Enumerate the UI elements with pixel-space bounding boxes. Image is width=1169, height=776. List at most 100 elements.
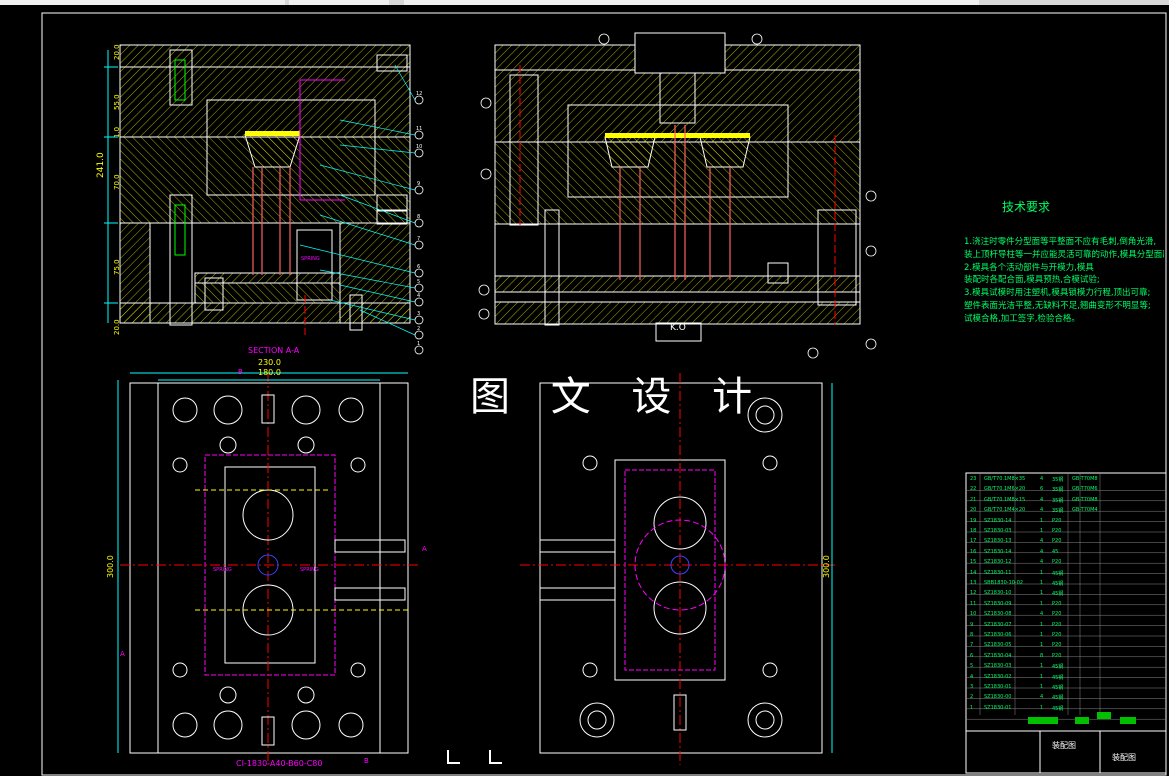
bom-cell-name: GB/T70.1M6×20 [984, 486, 1026, 493]
part-callout-number: 11 [416, 126, 423, 132]
part-callout-number: 4 [417, 293, 421, 299]
bom-cell-name: SBB1830-10-02 [984, 580, 1024, 586]
bom-cell-mat: 45钢 [1052, 581, 1064, 587]
drawing-title: 装配图 [1052, 741, 1076, 750]
bom-cell-no: 11 [970, 600, 977, 607]
bom-cell-qty: 6 [1040, 486, 1044, 493]
bom-cell-mat: P20 [1052, 600, 1062, 607]
bom-cell-name: SZ1830-02 [984, 673, 1012, 680]
bom-cell-mat: P20 [1052, 538, 1062, 545]
bom-cell-no: 21 [970, 496, 977, 503]
bom-cell-qty: 1 [1040, 621, 1044, 628]
dim-plan-height: 300.0 [106, 555, 115, 578]
section-mark-b-top: B [238, 368, 243, 376]
bom-cell-no: 23 [970, 476, 977, 482]
bom-cell-std: GB-T70M8 [1072, 496, 1098, 503]
spring-label: SPRING [300, 567, 319, 573]
bom-cell-qty: 1 [1040, 673, 1044, 680]
bom-cell-mat: P20 [1052, 611, 1062, 618]
bom-cell-qty: 1 [1040, 600, 1044, 607]
molded-part [244, 134, 301, 168]
bom-cell-name: SZ1830-10 [984, 590, 1012, 597]
tech-line: 1.浇注时零件分型面等平整面不应有毛刺,倒角光滑, [964, 237, 1157, 247]
tech-line: 装上顶杆导柱等一并应能灵活可靠的动作,模具分型面配合精度; [964, 249, 1164, 260]
bom-cell-no: 20 [970, 507, 977, 514]
dim-d6: 20.0 [113, 319, 121, 335]
bom-cell-name: SZ1830-03 [984, 663, 1012, 670]
tech-line: 3.模具试模时用注塑机,模具锁模力行程,顶出可靠; [964, 288, 1151, 299]
bom-cell-qty: 1 [1040, 663, 1044, 670]
bom-cell-qty: 1 [1040, 684, 1044, 690]
bom-cell-std: GB-T70M4 [1072, 507, 1098, 514]
dim-d1: 20.0 [113, 44, 121, 60]
plan-view-right [447, 373, 835, 765]
bom-cell-mat: 45钢 [1052, 664, 1064, 671]
part-callout-number: 8 [417, 214, 421, 220]
bom-cell-mat: P20 [1052, 642, 1062, 649]
dim-d5: 75.0 [113, 259, 121, 275]
dim-d4: 70.0 [113, 174, 121, 190]
technical-requirements-list: 1.浇注时零件分型面等平整面不应有毛刺,倒角光滑, 装上顶杆导柱等一并应能灵活可… [964, 236, 1164, 326]
bom-cell-qty: 1 [1040, 528, 1044, 534]
bom-cell-name: SZ1830-01 [984, 684, 1012, 690]
bom-cell-no: 12 [970, 590, 977, 597]
bom-cell-qty: 4 [1040, 611, 1044, 618]
dim-width-inner: 180.0 [258, 368, 281, 377]
tech-line: 装配时各配合面,模具预热,合模试验; [964, 275, 1100, 286]
dim-d2: 55.0 [113, 94, 121, 110]
bom-cell-mat: 35钢 [1052, 497, 1064, 504]
bom-cell-no: 4 [970, 673, 974, 680]
dim-width-overall: 230.0 [258, 358, 281, 367]
bom-cell-no: 22 [970, 486, 977, 493]
section-mark-b-bottom: B [364, 757, 369, 765]
section-mark-a-left: A [120, 650, 125, 658]
bom-cell-mat: 45钢 [1052, 570, 1064, 577]
bom-cell-name: SZ1830-04 [984, 652, 1012, 659]
section-label: SECTION A-A [248, 346, 300, 355]
bom-cell-qty: 8 [1040, 652, 1044, 659]
bom-cell-mat: 45钢 [1052, 685, 1064, 691]
part-callout-number: 1 [417, 341, 421, 347]
bom-cell-mat: P20 [1052, 559, 1062, 566]
bom-cell-no: 9 [970, 621, 974, 628]
locating-ring [634, 32, 726, 74]
knock-out-label: K.O [670, 323, 686, 333]
bom-cell-qty: 1 [1040, 590, 1044, 597]
bom-cell-mat: 45 [1052, 548, 1059, 555]
bom-cell-mat: 35钢 [1052, 487, 1064, 494]
spring-label: SPRING [301, 256, 320, 262]
bom-cell-name: SZ1830-13 [984, 538, 1012, 545]
bom-cell-qty: 1 [1040, 517, 1044, 524]
bom-cell-no: 6 [970, 652, 974, 659]
bom-cell-qty: 4 [1040, 559, 1044, 566]
bom-cell-mat: P20 [1052, 652, 1062, 659]
part-top-surface [245, 131, 300, 136]
part-callout-number: 2 [417, 326, 421, 332]
bom-cell-qty: 1 [1040, 642, 1044, 649]
bom-cell-std: GB-T70M8 [1072, 476, 1098, 482]
bom-cell-name: SZ1830-07 [984, 621, 1012, 628]
bom-cell-no: 1 [970, 704, 974, 711]
bom-cell-qty: 1 [1040, 569, 1044, 576]
bom-cell-mat: P20 [1052, 517, 1062, 524]
bom-cell-qty: 4 [1040, 476, 1044, 482]
part-callout-number: 9 [417, 181, 421, 187]
top-clamp-plate [119, 44, 411, 68]
bom-cell-no: 5 [970, 663, 974, 670]
spring-label: SPRING [213, 567, 232, 573]
dim-plan-height-right: 300.0 [822, 555, 831, 578]
part-callout-number: 3 [417, 311, 421, 317]
bom-cell-name: SZ1830-08 [984, 611, 1012, 618]
bom-cell-name: SZ1830-11 [984, 569, 1012, 576]
bom-cell-no: 8 [970, 632, 974, 638]
part-callout-number: 10 [416, 144, 423, 150]
bom-cell-no: 3 [970, 684, 974, 690]
bom-cell-qty: 4 [1040, 694, 1044, 701]
part-callout-number: 7 [417, 236, 421, 242]
section-mark-a-right: A [422, 545, 427, 553]
bom-cell-std: GB-T70M6 [1072, 486, 1098, 493]
dim-total-height: 241.0 [96, 152, 106, 178]
bom-cell-mat: 35钢 [1052, 508, 1064, 515]
tech-line: 塑件表面光洁平整,无缺料不足,翘曲变形不明显等; [964, 300, 1151, 311]
bom-cell-no: 17 [970, 538, 977, 545]
